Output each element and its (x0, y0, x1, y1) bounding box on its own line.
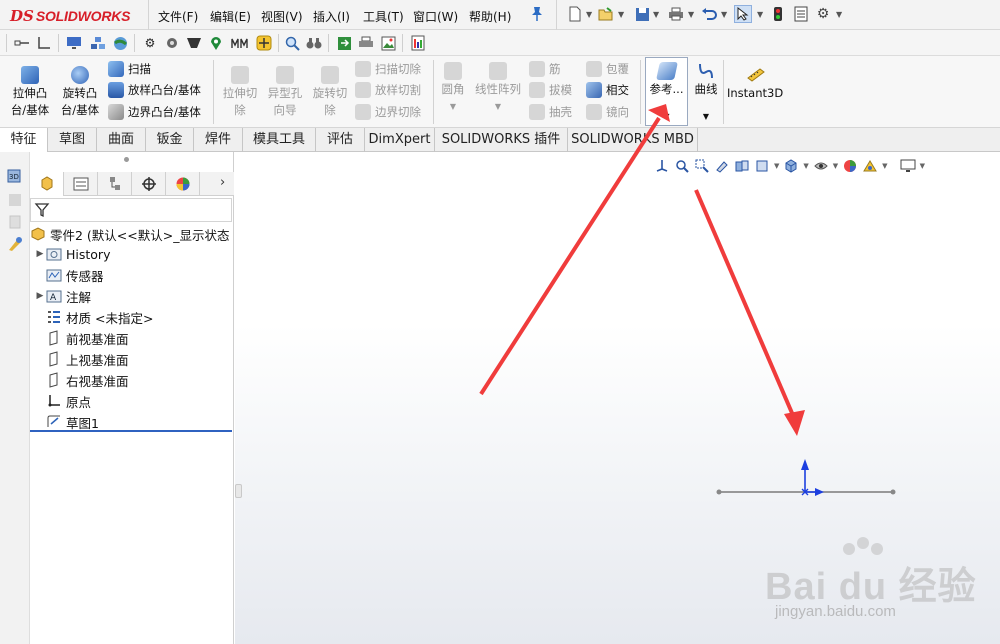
origin-x-arrow (815, 488, 824, 496)
sketch-endpoint[interactable] (890, 489, 896, 495)
watermark-main: Bai du 经验 (765, 566, 977, 608)
callout-arrowhead (784, 410, 805, 436)
baidu-watermark: Bai du 经验 jingyan.baidu.com (765, 535, 985, 635)
callout-arrow (479, 116, 661, 396)
watermark-sub: jingyan.baidu.com (775, 603, 896, 620)
callout-arrow (694, 189, 797, 421)
sketch-endpoint[interactable] (716, 489, 722, 495)
origin-y-arrow (801, 459, 809, 470)
